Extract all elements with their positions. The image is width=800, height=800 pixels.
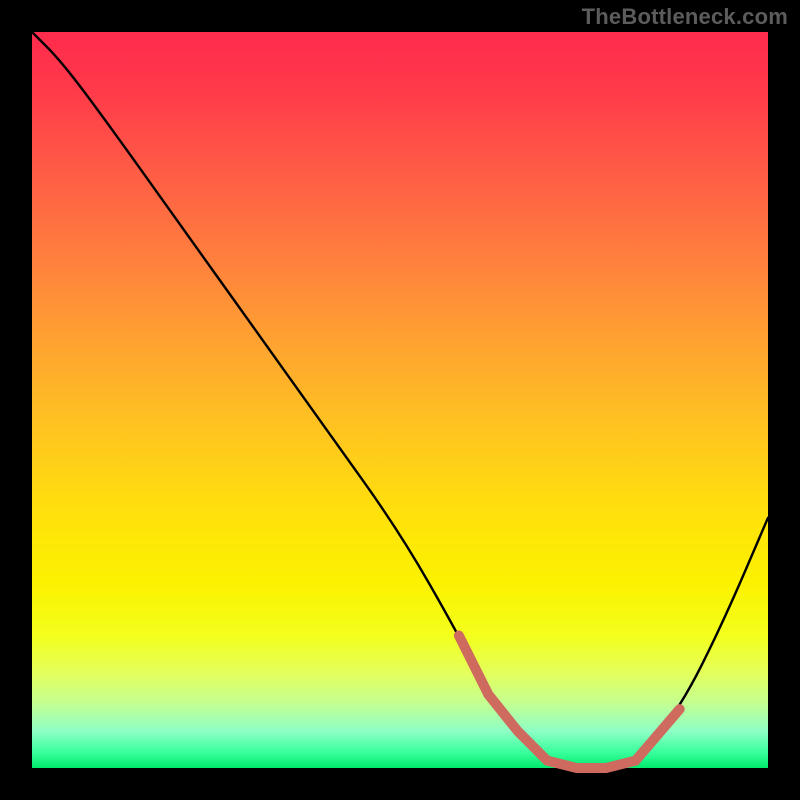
chart-frame: TheBottleneck.com — [0, 0, 800, 800]
curve-layer — [32, 32, 768, 768]
bottleneck-curve-path — [32, 32, 768, 768]
watermark-text: TheBottleneck.com — [582, 4, 788, 30]
plot-area — [32, 32, 768, 768]
trough-highlight-path — [459, 636, 680, 768]
